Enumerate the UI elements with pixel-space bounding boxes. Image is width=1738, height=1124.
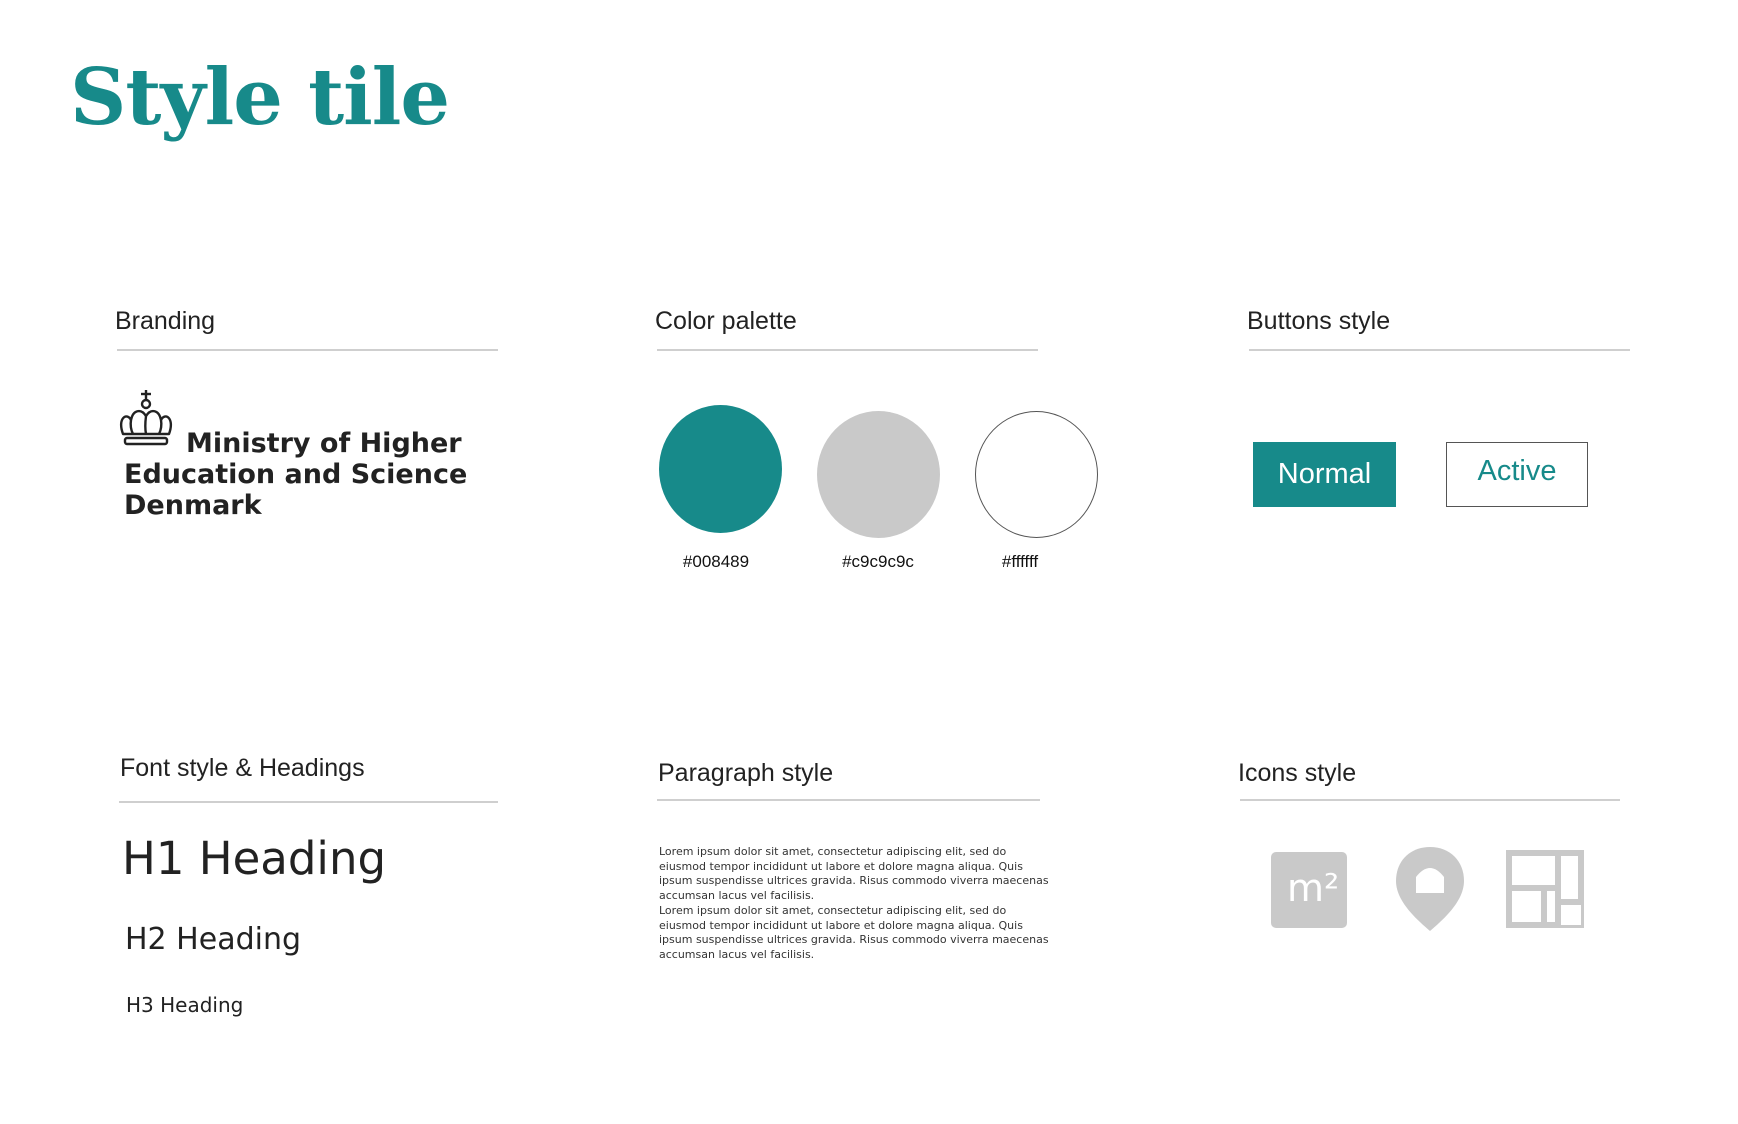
- icons-heading: Icons style: [1238, 759, 1357, 787]
- crown-logo-icon: [119, 390, 173, 446]
- buttons-rule: [1249, 349, 1630, 351]
- branding-heading: Branding: [115, 307, 216, 335]
- h2-sample: H2 Heading: [125, 922, 302, 957]
- buttons-heading: Buttons style: [1247, 307, 1391, 335]
- logo-line-1: Ministry of Higher: [186, 428, 462, 459]
- icons-rule: [1240, 799, 1620, 801]
- color-swatch-gray: [817, 411, 940, 538]
- paragraph-rule: [657, 799, 1040, 801]
- h1-sample: H1 Heading: [122, 832, 387, 885]
- color-hex-teal: #008489: [682, 552, 750, 571]
- logo-line-2: Education and Science: [124, 459, 468, 490]
- square-meter-icon-label: m²: [1287, 866, 1340, 910]
- paragraph-heading: Paragraph style: [658, 759, 834, 787]
- fonts-rule: [119, 801, 498, 803]
- fonts-heading: Font style & Headings: [120, 754, 365, 782]
- square-meter-icon: m²: [1271, 852, 1347, 928]
- floor-plan-icon: [1506, 850, 1584, 928]
- branding-rule: [117, 349, 498, 351]
- palette-heading: Color palette: [655, 307, 797, 335]
- h3-sample: H3 Heading: [126, 993, 244, 1017]
- palette-rule: [657, 349, 1038, 351]
- paragraph-text-1: Lorem ipsum dolor sit amet, consectetur …: [659, 845, 1049, 903]
- color-hex-gray: #c9c9c9c: [842, 552, 914, 571]
- page-title: Style tile: [70, 52, 450, 143]
- location-home-icon: [1396, 847, 1464, 931]
- color-swatch-white: [975, 411, 1098, 538]
- color-swatch-teal: [659, 405, 782, 533]
- color-hex-white: #ffffff: [1001, 552, 1039, 571]
- paragraph-sample: Lorem ipsum dolor sit amet, consectetur …: [659, 845, 1049, 963]
- paragraph-text-2: Lorem ipsum dolor sit amet, consectetur …: [659, 903, 1049, 961]
- logo-line-3: Denmark: [124, 490, 262, 521]
- active-button[interactable]: Active: [1446, 442, 1588, 507]
- normal-button[interactable]: Normal: [1253, 442, 1396, 507]
